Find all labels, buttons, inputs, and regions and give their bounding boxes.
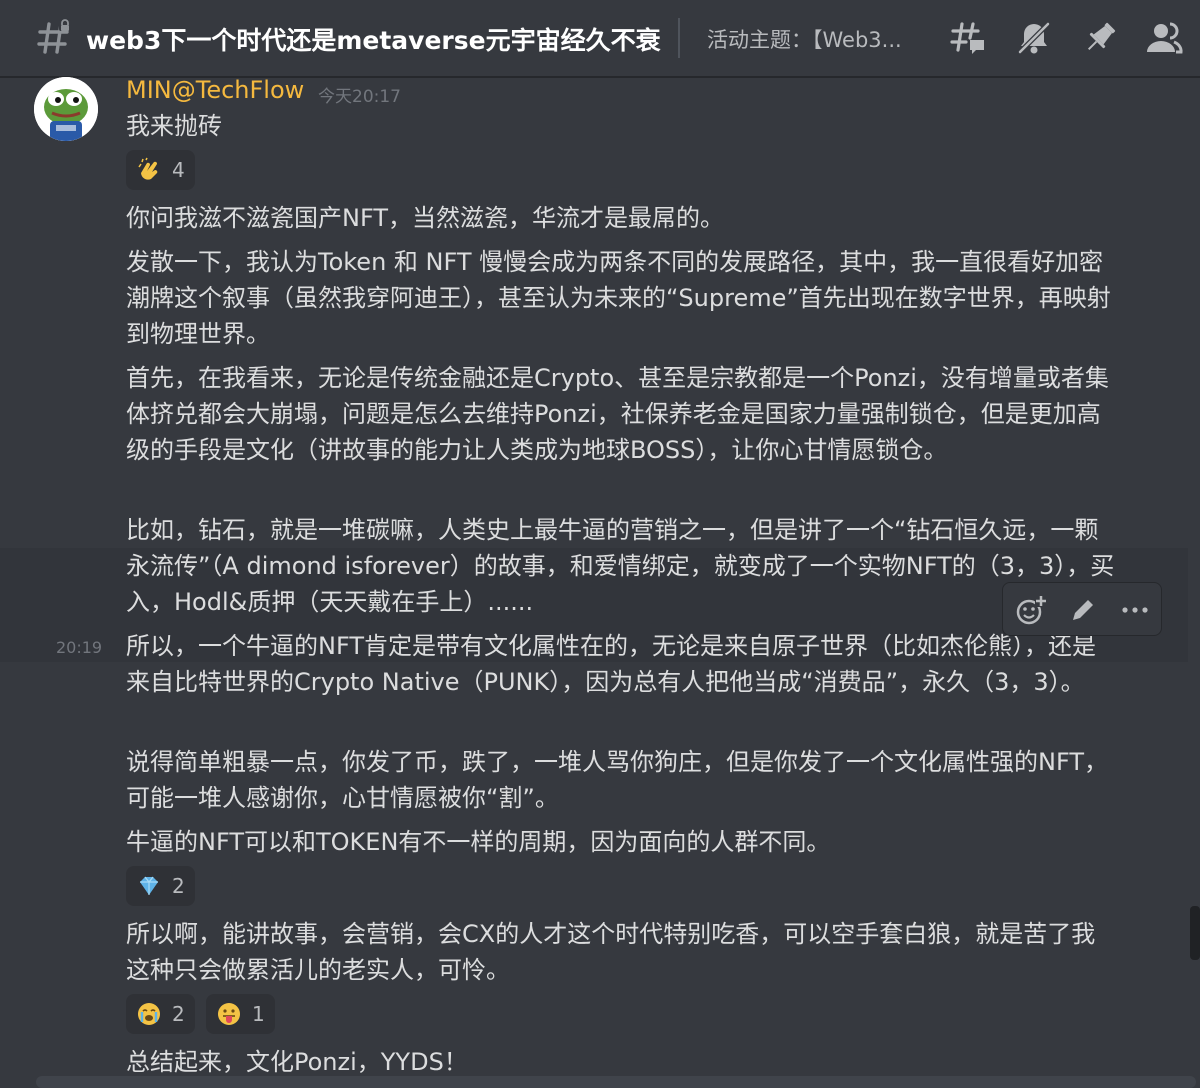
reaction-count: 1 — [252, 1002, 265, 1026]
thread-hash-icon — [37, 19, 71, 54]
message-paragraph: 说得简单粗暴一点，你发了币，跌了，一堆人骂你狗庄，但是你发了一个文化属性强的NF… — [126, 748, 1108, 812]
message-side-timestamp: 20:19 — [56, 638, 103, 657]
reaction-clap[interactable]: 4 — [126, 150, 195, 190]
message-author[interactable]: MIN@TechFlow — [126, 76, 304, 104]
threads-icon[interactable] — [948, 18, 988, 58]
message-paragraph: 总结起来，文化Ponzi，YYDS！ — [126, 1048, 468, 1076]
clapping-hands-icon — [138, 157, 158, 180]
message-paragraph: 你问我滋不滋瓷国产NFT，当然滋瓷，华流才是最屌的。 — [126, 204, 724, 232]
message-hover-toolbar — [1002, 582, 1162, 636]
header-divider — [678, 18, 680, 58]
reaction-cry[interactable]: 2 — [126, 994, 195, 1034]
face-with-tongue-icon — [218, 1003, 240, 1025]
reaction-tongue[interactable]: 1 — [206, 994, 275, 1034]
message-timestamp[interactable]: 今天20:17 — [318, 82, 401, 107]
message-paragraph: 所以啊，能讲故事，会营销，会CX的人才这个时代特别吃香，可以空手套白狼，就是苦了… — [126, 920, 1096, 984]
message-input-box[interactable] — [36, 1076, 1196, 1088]
user-avatar[interactable] — [34, 77, 98, 141]
members-icon[interactable] — [1144, 18, 1184, 58]
channel-title: web3下一个时代还是metaverse元宇宙经久不衰 — [86, 26, 661, 55]
message-paragraph: 首先，在我看来，无论是传统金融还是Crypto、甚至是宗教都是一个Ponzi，没… — [126, 364, 1109, 464]
message-paragraph: 所以，一个牛逼的NFT肯定是带有文化属性在的，无论是来自原子世界（比如杰伦熊），… — [126, 632, 1096, 696]
gem-stone-icon — [140, 876, 158, 895]
mute-bell-icon[interactable] — [1014, 18, 1054, 58]
channel-topic[interactable]: 活动主题：【Web3... — [707, 24, 927, 54]
message-paragraph: 我来抛砖 — [126, 112, 222, 140]
more-icon[interactable] — [1119, 594, 1151, 626]
message-paragraph: 发散一下，我认为Token 和 NFT 慢慢会成为两条不同的发展路径，其中，我一… — [126, 248, 1111, 348]
pin-icon[interactable] — [1080, 18, 1120, 58]
edit-icon[interactable] — [1067, 594, 1099, 626]
message-paragraph: 牛逼的NFT可以和TOKEN有不一样的周期，因为面向的人群不同。 — [126, 828, 831, 856]
reaction-gem[interactable]: 2 — [126, 866, 195, 906]
scrollbar-thumb[interactable] — [1190, 906, 1200, 960]
reaction-count: 2 — [172, 1002, 185, 1026]
add-reaction-icon[interactable] — [1015, 594, 1047, 626]
pepe-avatar-icon — [34, 77, 98, 141]
message-paragraph: 比如，钻石，就是一堆碳嘛，人类史上最牛逼的营销之一，但是讲了一个“钻石恒久远，一… — [126, 516, 1115, 616]
channel-header: web3下一个时代还是metaverse元宇宙经久不衰 活动主题：【Web3..… — [0, 0, 1200, 78]
reaction-count: 4 — [172, 158, 185, 182]
loudly-crying-face-icon — [138, 1003, 160, 1025]
reaction-count: 2 — [172, 874, 185, 898]
